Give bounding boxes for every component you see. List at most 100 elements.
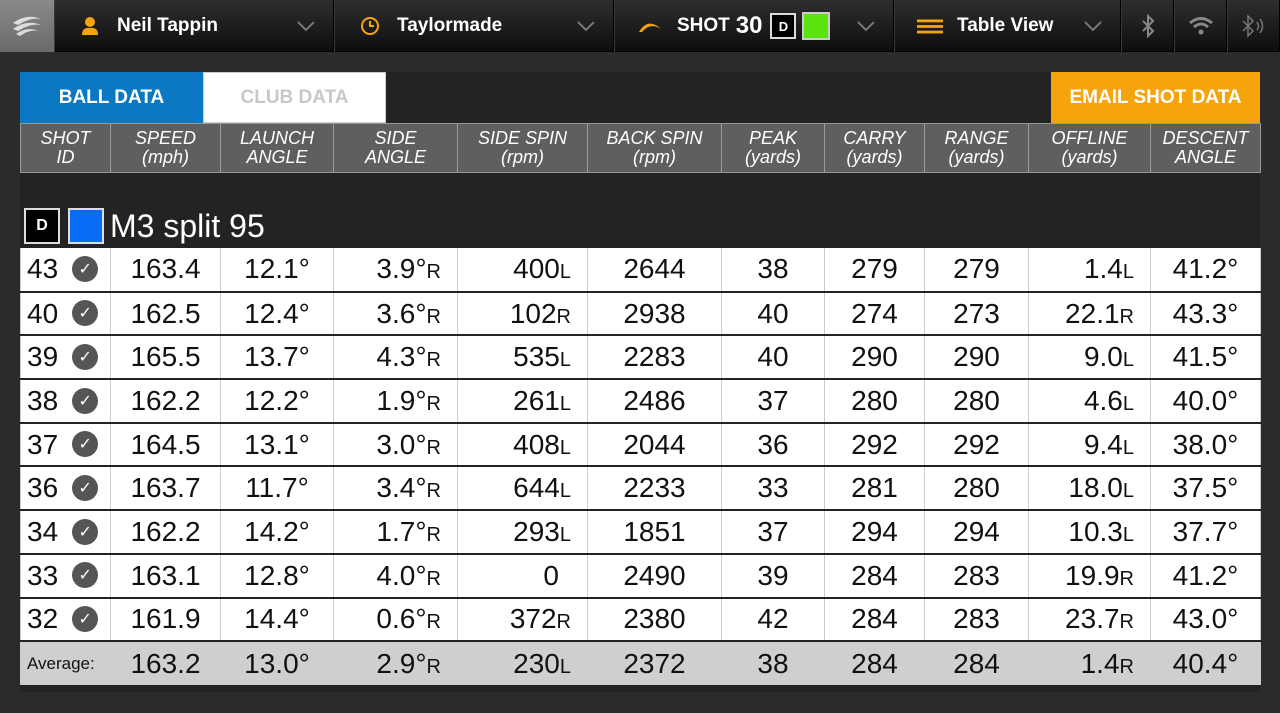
side-spin-cell-direction: L — [559, 261, 571, 284]
check-icon[interactable]: ✓ — [72, 255, 99, 282]
side-angle-cell-value: 1.9° — [376, 384, 427, 416]
user-selector[interactable]: Neil Tappin — [54, 0, 334, 52]
trajectory-icon — [637, 19, 663, 33]
carry-cell: 284 — [824, 553, 925, 599]
offline-cell-direction: L — [1122, 261, 1134, 284]
carry-cell: 292 — [824, 422, 925, 468]
check-icon[interactable]: ✓ — [72, 343, 99, 370]
check-icon[interactable]: ✓ — [72, 518, 99, 545]
column-header[interactable]: LAUNCH ANGLE — [220, 123, 334, 173]
side-spin-cell-value: 400 — [513, 253, 560, 285]
table-row[interactable]: 37 ✓ 164.5 13.1° 3.0°R 408L 2044 36 292 292 9.4L 38… — [20, 422, 1261, 468]
offline-cell-direction: L — [1122, 392, 1134, 415]
offline-cell-value: 22.1 — [1065, 297, 1120, 329]
table-row[interactable]: 34 ✓ 162.2 14.2° 1.7°R 293L 1851 37 294 294 10.3L 3… — [20, 510, 1261, 555]
side-spin-cell: 261L — [457, 379, 588, 424]
range-cell: 273 — [924, 291, 1029, 337]
peak-cell: 39 — [721, 553, 825, 599]
check-icon[interactable]: ✓ — [72, 474, 99, 501]
shot-selector[interactable]: SHOT 30 D — [614, 0, 894, 52]
check-icon[interactable]: ✓ — [72, 562, 99, 589]
launch-angle-cell: 13.7° — [220, 335, 334, 381]
back-spin-cell: 2490 — [587, 553, 722, 599]
launch-angle-cell-value: 13.0° — [244, 647, 310, 679]
offline-cell-direction: L — [1122, 436, 1134, 459]
side-spin-cell-direction: L — [559, 436, 571, 459]
column-header[interactable]: DESCENT ANGLE — [1150, 123, 1261, 173]
side-spin-cell: 0 — [457, 553, 588, 599]
table-row[interactable]: 38 ✓ 162.2 12.2° 1.9°R 261L 2486 37 280 280 4.6L 40… — [20, 379, 1261, 424]
column-header-line2: ANGLE — [1174, 147, 1237, 167]
wifi-button[interactable] — [1174, 0, 1227, 52]
column-header-line1: OFFLINE — [1051, 128, 1128, 148]
speed-cell-value: 163.7 — [130, 472, 201, 504]
range-cell-value: 280 — [953, 384, 1000, 416]
table-row[interactable]: 40 ✓ 162.5 12.4° 3.6°R 102R 2938 40 274 273 22.1R 4… — [20, 291, 1261, 337]
check-icon[interactable]: ✓ — [72, 431, 99, 458]
column-header-line2: (mph) — [141, 147, 189, 167]
offline-cell-value: 9.0 — [1083, 341, 1123, 373]
column-header-line1: SHOT — [40, 128, 91, 148]
carry-cell-value: 284 — [851, 603, 898, 635]
view-selector[interactable]: Table View — [894, 0, 1121, 52]
offline-cell-direction: R — [1119, 611, 1134, 634]
bluetooth-connect-button[interactable] — [1227, 0, 1280, 52]
column-header-line2: (yards) — [744, 147, 801, 167]
speed-cell-value: 165.5 — [130, 341, 201, 373]
club-set-selector[interactable]: Taylormade — [334, 0, 614, 52]
launch-angle-cell: 12.1° — [220, 248, 334, 293]
side-spin-cell-value: 261 — [513, 384, 560, 416]
column-header[interactable]: CARRY (yards) — [824, 123, 925, 173]
check-icon[interactable]: ✓ — [72, 300, 99, 327]
peak-cell-value: 36 — [757, 428, 789, 460]
clock-icon — [357, 16, 383, 36]
column-header[interactable]: SPEED (mph) — [110, 123, 221, 173]
table-row[interactable]: 39 ✓ 165.5 13.7° 4.3°R 535L 2283 40 290 290 9.0L 41… — [20, 335, 1261, 381]
column-header[interactable]: PEAK (yards) — [721, 123, 825, 173]
descent-angle-cell-value: 37.7° — [1172, 515, 1239, 547]
launch-angle-cell: 14.2° — [220, 510, 334, 555]
descent-angle-cell-value: 38.0° — [1172, 428, 1239, 460]
table-row[interactable]: 32 ✓ 161.9 14.4° 0.6°R 372R 2380 42 284 283 23.7R 4… — [20, 597, 1261, 643]
column-header[interactable]: SHOT ID — [20, 123, 111, 173]
check-icon[interactable]: ✓ — [72, 605, 99, 632]
column-header-line1: DESCENT — [1162, 128, 1249, 148]
column-header[interactable]: OFFLINE (yards) — [1028, 123, 1151, 173]
carry-cell-value: 281 — [851, 472, 898, 504]
shot-id-cell: 37 ✓ — [20, 422, 111, 468]
side-angle-cell-direction: R — [426, 261, 441, 284]
back-spin-cell: 2938 — [587, 291, 722, 337]
range-cell-value: 283 — [953, 603, 1000, 635]
side-angle-cell-direction: R — [426, 436, 441, 459]
table-row[interactable]: 36 ✓ 163.7 11.7° 3.4°R 644L 2233 33 281 280 18.0L 3… — [20, 466, 1261, 512]
bluetooth-signal-icon — [1241, 14, 1263, 38]
tab-ball-data[interactable]: BALL DATA — [20, 72, 203, 123]
menu-icon — [917, 18, 943, 34]
side-spin-cell-value: 372 — [509, 603, 557, 635]
peak-cell: 40 — [721, 335, 825, 381]
column-header[interactable]: BACK SPIN (rpm) — [587, 123, 722, 173]
range-cell: 280 — [924, 466, 1029, 512]
table-row[interactable]: 43 ✓ 163.4 12.1° 3.9°R 400L 2644 38 279 279 1.4L 41… — [20, 248, 1261, 293]
speed-cell-value: 163.4 — [130, 253, 201, 285]
tab-club-data[interactable]: CLUB DATA — [203, 72, 386, 123]
check-icon[interactable]: ✓ — [72, 387, 99, 414]
carry-cell-value: 274 — [851, 297, 898, 329]
side-angle-cell-value: 1.7° — [376, 515, 427, 547]
launch-angle-cell: 12.2° — [220, 379, 334, 424]
column-header[interactable]: SIDE ANGLE — [333, 123, 458, 173]
back-spin-cell: 2233 — [587, 466, 722, 512]
launch-angle-cell: 11.7° — [220, 466, 334, 512]
offline-cell-value: 9.4 — [1083, 428, 1123, 460]
column-header[interactable]: SIDE SPIN (rpm) — [457, 123, 588, 173]
bluetooth-button[interactable] — [1121, 0, 1174, 52]
app-logo[interactable] — [0, 0, 54, 52]
offline-cell-direction: R — [1119, 655, 1134, 678]
table-row[interactable]: 33 ✓ 163.1 12.8° 4.0°R 0 2490 39 284 283 19.9R 41.2… — [20, 553, 1261, 599]
side-angle-cell-value: 4.3° — [376, 341, 427, 373]
column-header[interactable]: RANGE (yards) — [924, 123, 1029, 173]
speed-cell-value: 163.2 — [130, 647, 201, 679]
descent-angle-cell-value: 43.3° — [1172, 297, 1239, 329]
carry-cell: 281 — [824, 466, 925, 512]
email-shot-data-button[interactable]: EMAIL SHOT DATA — [1051, 72, 1260, 123]
